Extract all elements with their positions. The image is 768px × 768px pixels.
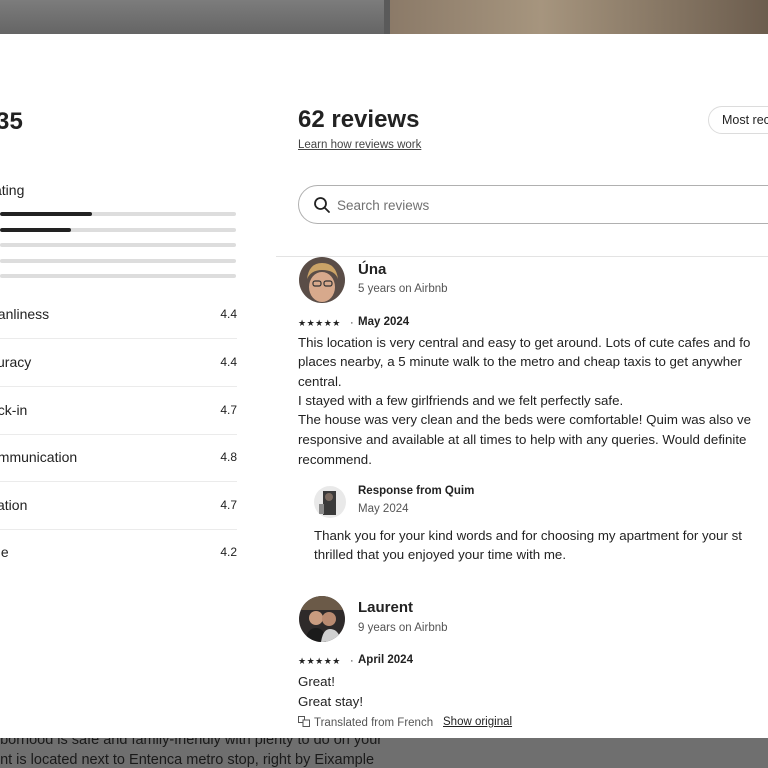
category-location: cation 4.7 <box>0 482 237 530</box>
background-description: nborhood is safe and family-friendly wit… <box>0 738 768 768</box>
header-divider <box>276 256 768 257</box>
overall-rating-label: ating <box>0 182 25 198</box>
review-text-line: This location is very central and easy t… <box>298 335 751 350</box>
dot-separator: · <box>350 317 355 329</box>
search-reviews-field[interactable]: Search reviews <box>298 185 768 224</box>
review-date: April 2024 <box>358 654 413 666</box>
category-cleanliness: eanliness 4.4 <box>0 291 237 339</box>
category-value-rating: lue 4.2 <box>0 529 237 577</box>
background-text-line: nborhood is safe and family-friendly wit… <box>0 738 383 748</box>
reviews-count-title: 62 reviews <box>298 106 420 133</box>
sort-reviews-button[interactable]: Most rec <box>708 106 768 134</box>
category-value: 4.4 <box>220 307 237 321</box>
translated-label: Translated from French <box>314 717 434 729</box>
category-value: 4.4 <box>220 355 237 369</box>
review-star-rating: ★★★★★ <box>298 318 341 328</box>
category-value: 4.7 <box>220 498 237 512</box>
learn-how-reviews-work-link[interactable]: Learn how reviews work <box>298 139 421 151</box>
review-text-line: I stayed with a few girlfriends and we f… <box>298 393 624 408</box>
rating-distribution-bar-2 <box>0 259 236 263</box>
review-text-line: central. <box>298 374 342 389</box>
review-text-line: responsive and available at all times to… <box>298 432 747 447</box>
rating-distribution-bar-5 <box>0 212 236 216</box>
review-text-line: The house was very clean and the beds we… <box>298 412 752 427</box>
search-icon <box>314 197 330 213</box>
background-photo-left <box>0 0 384 34</box>
review-text-line: recommend. <box>298 452 372 467</box>
category-value: 4.7 <box>220 403 237 417</box>
reviews-modal: 35 ating eanliness 4.4 curacy 4.4 eck-in… <box>0 34 768 738</box>
avatar[interactable] <box>299 257 345 303</box>
translated-note: Translated from French <box>298 716 433 729</box>
rating-distribution-bar-1 <box>0 274 236 278</box>
review-author: Laurent <box>358 599 414 616</box>
host-avatar[interactable] <box>314 486 346 518</box>
rating-distribution-bar-4 <box>0 228 236 232</box>
category-check-in: eck-in 4.7 <box>0 387 237 435</box>
background-text-line: ent is located next to Entenca metro sto… <box>0 752 375 768</box>
background-photo-right <box>390 0 768 34</box>
category-accuracy: curacy 4.4 <box>0 339 237 387</box>
show-original-link[interactable]: Show original <box>443 716 512 728</box>
rating-distribution-fill <box>0 212 93 216</box>
host-response-date: May 2024 <box>358 503 409 515</box>
category-name: eck-in <box>0 402 28 418</box>
review-author-tenure: 9 years on Airbnb <box>358 622 448 634</box>
review-text-line: places nearby, a 5 minute walk to the me… <box>298 354 742 369</box>
category-name: lue <box>0 544 9 560</box>
category-name: cation <box>0 497 28 513</box>
rating-distribution-fill <box>0 228 71 232</box>
host-response-text-line: thrilled that you enjoyed your time with… <box>314 547 567 562</box>
rating-distribution-bar-3 <box>0 243 236 247</box>
review-author: Úna <box>358 261 387 278</box>
review-author-tenure: 5 years on Airbnb <box>358 283 448 295</box>
avatar[interactable] <box>299 596 345 642</box>
category-name: ommunication <box>0 449 78 465</box>
category-communication: ommunication 4.8 <box>0 434 237 482</box>
category-value: 4.8 <box>220 450 237 464</box>
category-name: eanliness <box>0 306 50 322</box>
search-input-placeholder[interactable]: Search reviews <box>337 198 429 213</box>
overall-rating: 35 <box>0 108 24 135</box>
dot-separator: · <box>350 655 355 667</box>
review-text-line: Great stay! <box>298 694 364 709</box>
category-value: 4.2 <box>220 545 237 559</box>
review-date: May 2024 <box>358 316 410 328</box>
translate-icon <box>298 716 310 727</box>
review-star-rating: ★★★★★ <box>298 656 341 666</box>
review-text-line: Great! <box>298 674 335 689</box>
category-name: curacy <box>0 354 32 370</box>
host-response-text-line: Thank you for your kind words and for ch… <box>314 528 742 543</box>
host-response-title: Response from Quim <box>358 485 475 497</box>
